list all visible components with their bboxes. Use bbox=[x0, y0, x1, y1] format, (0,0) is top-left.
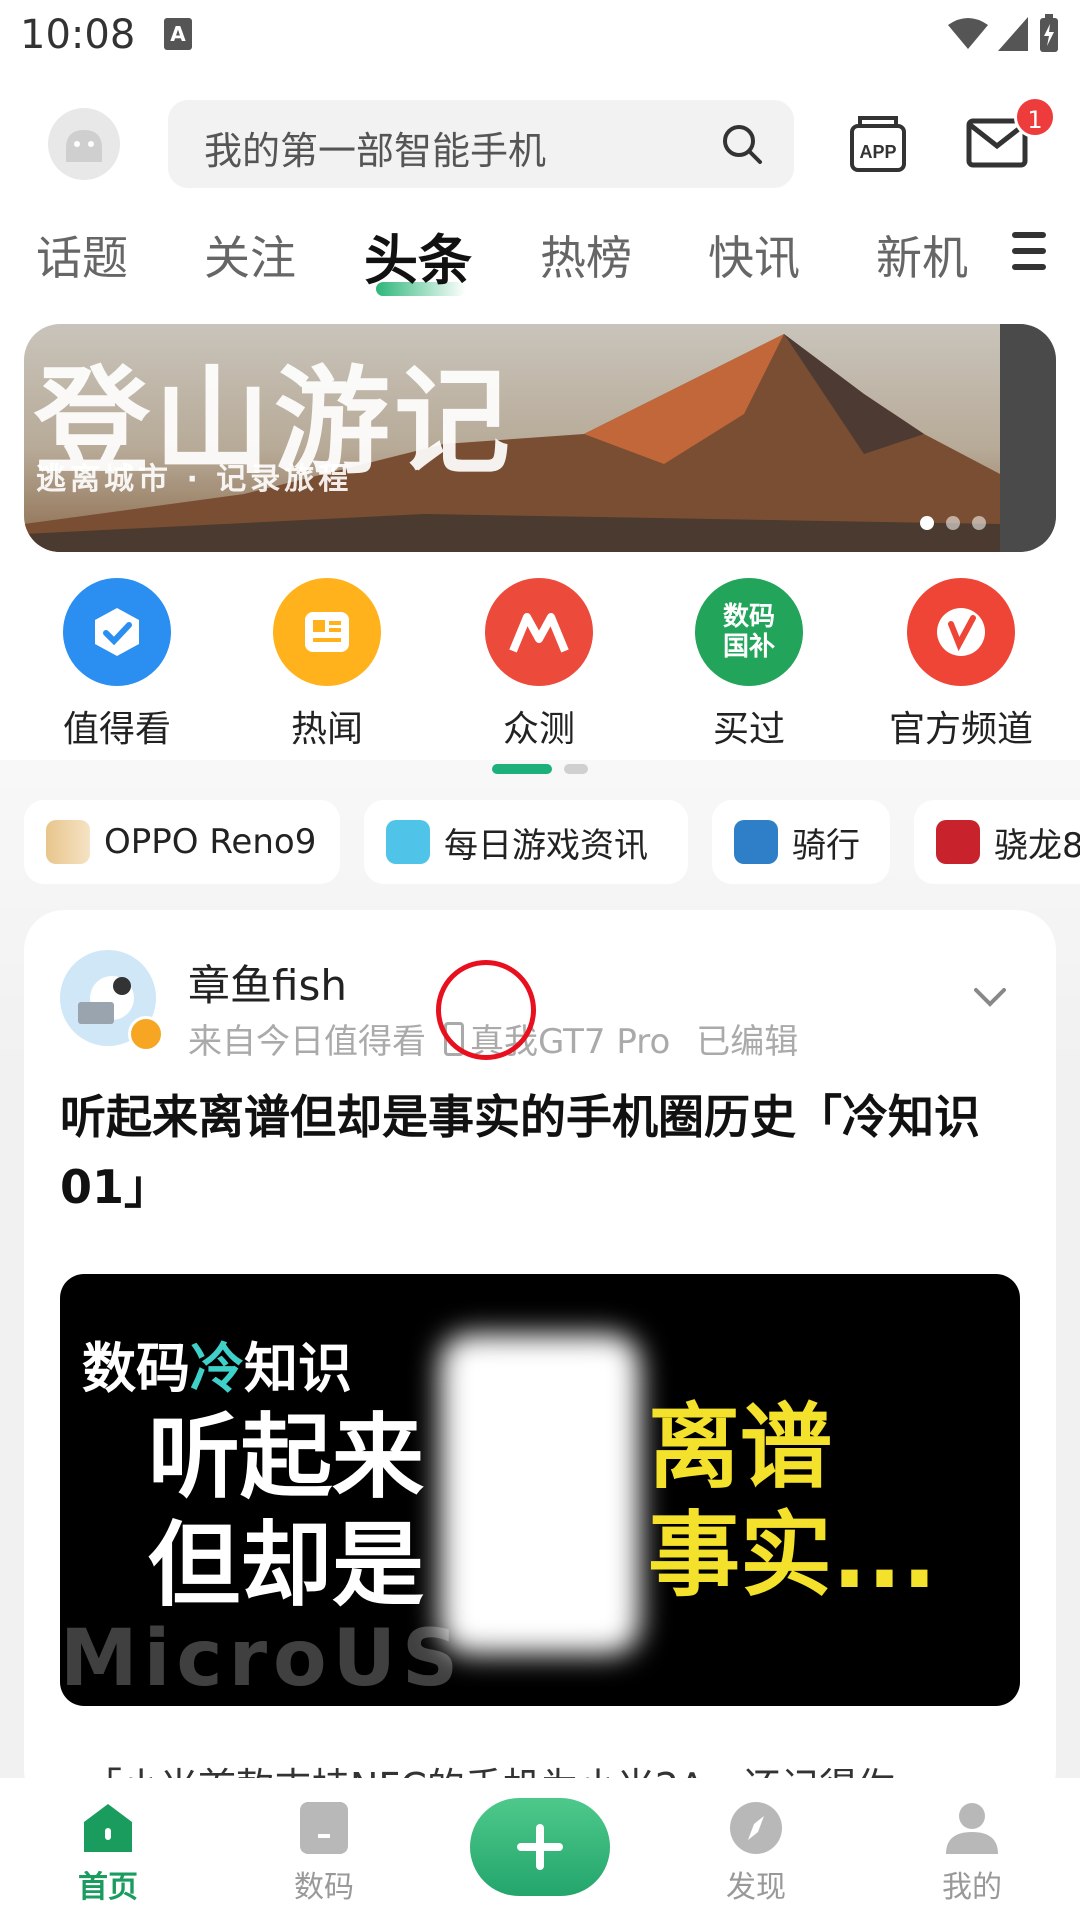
compass-icon bbox=[730, 1802, 782, 1854]
nav-label: 数码 bbox=[294, 1870, 354, 1905]
plus-icon bbox=[517, 1824, 563, 1870]
nav-mine[interactable]: 我的 bbox=[912, 1800, 1032, 1906]
tab-following[interactable]: 关注 bbox=[204, 222, 296, 288]
home-icon bbox=[84, 1804, 132, 1852]
nav-label: 发现 bbox=[726, 1870, 786, 1905]
chip-oppo-reno9[interactable]: OPPO Reno9 bbox=[24, 800, 340, 884]
post-headline[interactable]: 听起来离谱但却是事实的手机圈历史「冷知识01」 bbox=[60, 1082, 1030, 1222]
search-bar[interactable]: 我的第一部智能手机 bbox=[168, 100, 794, 188]
thumbnail-left-text: 听起来 但却是 bbox=[148, 1404, 425, 1619]
signal-icon bbox=[998, 17, 1028, 51]
category-tabs: 话题 关注 头条 热榜 快讯 新机 bbox=[0, 214, 1080, 296]
chip-cycling[interactable]: 骑行 bbox=[712, 800, 890, 884]
thumbnail-right-text: 离谱 事实... bbox=[648, 1394, 937, 1609]
quick-link-bought[interactable]: 数码 国补 买过 bbox=[664, 578, 834, 752]
quick-link-official-channel[interactable]: 官方频道 bbox=[876, 578, 1046, 752]
snapdragon-icon bbox=[936, 820, 980, 864]
chip-daily-game-news[interactable]: 每日游戏资讯 bbox=[364, 800, 688, 884]
digital-subsidy-icon: 数码 国补 bbox=[695, 578, 803, 686]
menu-icon[interactable] bbox=[1012, 232, 1046, 272]
thumbnail-glow bbox=[440, 1334, 640, 1654]
search-icon[interactable] bbox=[718, 120, 766, 168]
thumbnail-bg-text: MicroUS bbox=[60, 1614, 465, 1704]
wifi-icon bbox=[948, 18, 988, 49]
chip-label: 每日游戏资讯 bbox=[444, 825, 648, 866]
profile-icon bbox=[946, 1803, 998, 1854]
mail-badge: 1 bbox=[1014, 96, 1056, 138]
thumbnail-tag: 数码冷知识 bbox=[82, 1337, 352, 1400]
status-bar: 10:08 A bbox=[0, 0, 1080, 72]
post-thumbnail[interactable]: MicroUS 数码冷知识 听起来 但却是 离谱 事实... bbox=[60, 1274, 1020, 1706]
quick-links: 值得看 热闻 众测 数码 国补 买过 官方频道 bbox=[0, 578, 1080, 758]
chip-label: 骁龙8 bbox=[994, 825, 1080, 866]
quick-link-label: 官方频道 bbox=[888, 709, 1033, 750]
author-name[interactable]: 章鱼fish bbox=[188, 952, 347, 1013]
banner-subtitle: 逃离城市 · 记录旅程 bbox=[36, 462, 353, 497]
quick-link-label: 买过 bbox=[712, 709, 785, 750]
nav-home[interactable]: 首页 bbox=[48, 1800, 168, 1906]
nav-label: 我的 bbox=[942, 1870, 1002, 1905]
verified-badge-icon bbox=[128, 1016, 164, 1052]
topic-chips: OPPO Reno9 每日游戏资讯 骑行 骁龙8 bbox=[24, 800, 1080, 886]
quick-link-crowd-test[interactable]: 众测 bbox=[454, 578, 624, 752]
quick-link-hot-news[interactable]: 热闻 bbox=[242, 578, 412, 752]
quick-link-label: 热闻 bbox=[290, 709, 363, 750]
tab-headlines[interactable]: 头条 bbox=[364, 216, 472, 295]
status-icons bbox=[948, 14, 1060, 54]
chip-snapdragon[interactable]: 骁龙8 bbox=[914, 800, 1080, 884]
cycling-icon bbox=[734, 820, 778, 864]
nav-digital[interactable]: 数码 bbox=[264, 1800, 384, 1906]
nav-label: 首页 bbox=[78, 1870, 138, 1905]
crowd-test-logo-icon bbox=[485, 578, 593, 686]
battery-icon bbox=[1040, 14, 1058, 52]
digital-icon bbox=[300, 1802, 348, 1854]
gamepad-icon bbox=[386, 820, 430, 864]
verified-channel-icon bbox=[907, 578, 1015, 686]
tap-indicator bbox=[436, 960, 536, 1060]
next-banner-peek bbox=[1000, 324, 1056, 552]
post-card[interactable]: 章鱼fish 来自今日值得看 真我GT7 Pro 已编辑 听起来离谱但却是事实的… bbox=[24, 910, 1056, 1810]
search-placeholder: 我的第一部智能手机 bbox=[204, 129, 547, 173]
quick-links-pager bbox=[492, 764, 588, 774]
tab-hot-list[interactable]: 热榜 bbox=[540, 222, 632, 288]
tab-topics[interactable]: 话题 bbox=[36, 222, 128, 288]
banner-indicator bbox=[920, 516, 986, 530]
quick-link-label: 众测 bbox=[502, 709, 575, 750]
chip-label: 骑行 bbox=[792, 825, 860, 866]
nav-discover[interactable]: 发现 bbox=[696, 1800, 816, 1906]
newspaper-icon bbox=[273, 578, 381, 686]
bottom-nav: 首页 数码 发现 我的 bbox=[0, 1778, 1080, 1920]
quick-link-label: 值得看 bbox=[62, 709, 171, 750]
app-store-icon[interactable]: APP bbox=[848, 114, 908, 174]
post-source: 来自今日值得看 bbox=[188, 1022, 426, 1062]
quick-link-worth-seeing[interactable]: 值得看 bbox=[32, 578, 202, 752]
tab-news-flash[interactable]: 快讯 bbox=[708, 222, 800, 288]
chip-label: OPPO Reno9 bbox=[104, 822, 317, 862]
status-time: 10:08 bbox=[20, 12, 136, 58]
tab-new-phones[interactable]: 新机 bbox=[876, 222, 968, 288]
input-method-icon: A bbox=[164, 18, 192, 50]
chevron-down-icon[interactable] bbox=[972, 978, 1008, 1014]
phone-thumbnail-icon bbox=[46, 820, 90, 864]
app-icon-text: APP bbox=[859, 142, 896, 162]
top-header: 我的第一部智能手机 APP 1 bbox=[0, 96, 1080, 192]
add-button[interactable] bbox=[470, 1798, 610, 1896]
edited-label: 已编辑 bbox=[696, 1022, 799, 1062]
banner-carousel[interactable]: 登山游记 逃离城市 · 记录旅程 bbox=[24, 324, 1056, 552]
android-avatar-icon bbox=[66, 130, 102, 162]
shield-check-icon bbox=[63, 578, 171, 686]
user-avatar[interactable] bbox=[48, 108, 120, 180]
